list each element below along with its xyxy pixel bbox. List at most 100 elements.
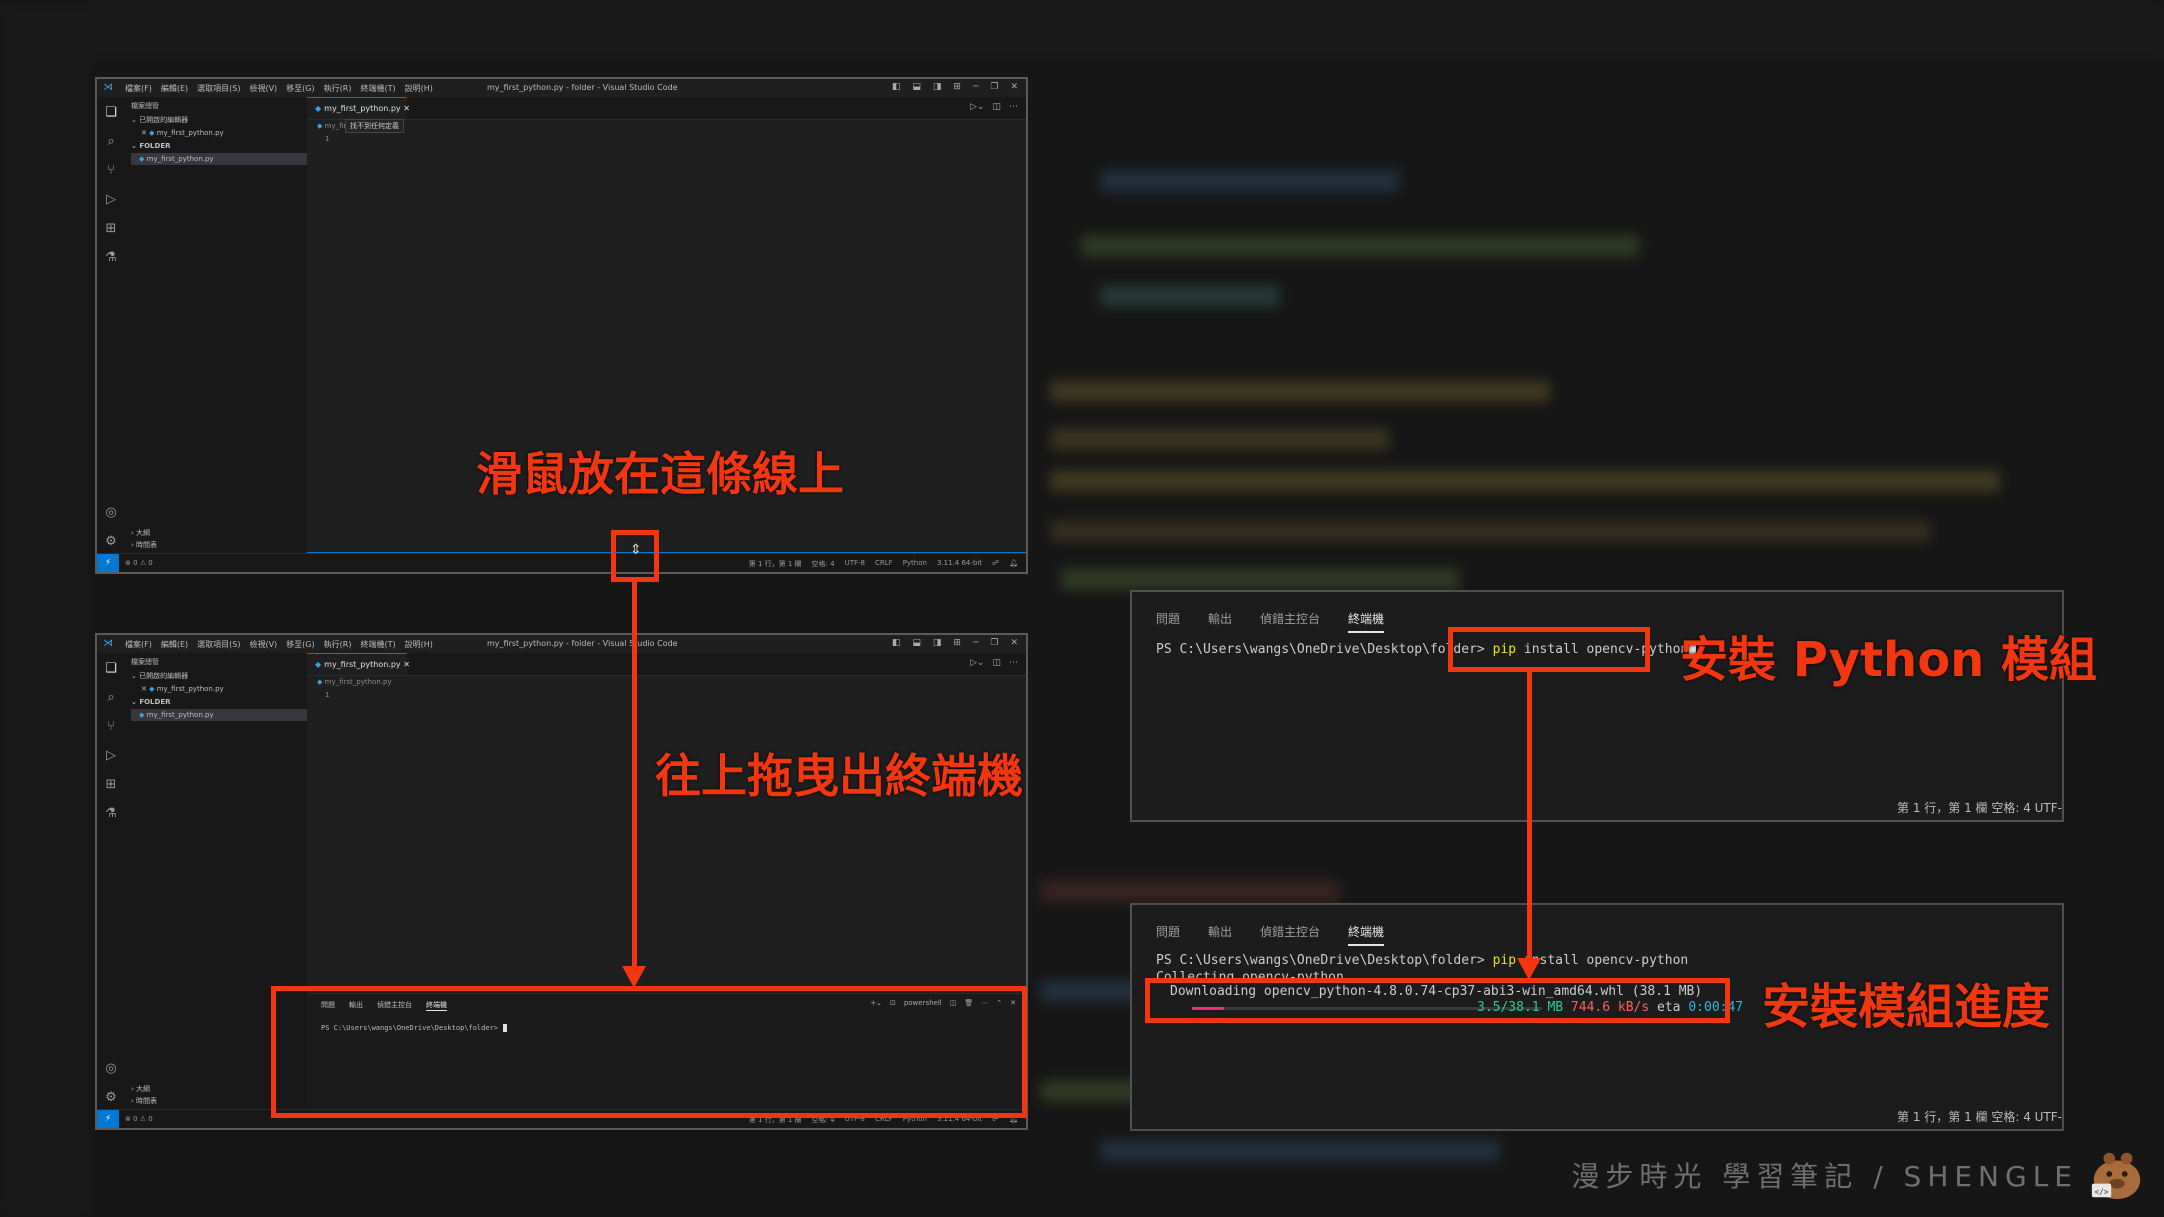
more-actions-icon[interactable]: ⋯ xyxy=(1009,102,1018,112)
close-window-icon[interactable]: ✕ xyxy=(1010,82,1018,92)
bg-toolbar xyxy=(0,0,2164,60)
status-encoding[interactable]: UTF-8 xyxy=(845,559,865,569)
menu-view[interactable]: 檢視(V) xyxy=(249,639,277,650)
search-icon[interactable]: ⌕ xyxy=(103,690,119,706)
layout-secondary-icon[interactable]: ◨ xyxy=(933,82,942,92)
settings-gear-icon[interactable]: ⚙ xyxy=(103,534,119,550)
tab-close-icon[interactable]: ✕ xyxy=(403,660,410,669)
settings-gear-icon[interactable]: ⚙ xyxy=(103,1090,119,1106)
editor-tab[interactable]: ◆ my_first_python.py ✕ xyxy=(307,97,410,119)
close-window-icon[interactable]: ✕ xyxy=(1010,638,1018,648)
bg-code-line xyxy=(1100,170,1400,192)
menu-go[interactable]: 移至(G) xyxy=(286,639,314,650)
run-debug-icon[interactable]: ▷ xyxy=(103,748,119,764)
layout-custom-icon[interactable]: ⊞ xyxy=(953,82,961,92)
menu-terminal[interactable]: 終端機(T) xyxy=(360,639,395,650)
split-editor-icon[interactable]: ◫ xyxy=(992,102,1001,112)
menu-edit[interactable]: 編輯(E) xyxy=(161,83,188,94)
timeline-section[interactable]: › 時間表 xyxy=(131,539,307,551)
open-editor-item[interactable]: ✕ ◆ my_first_python.py xyxy=(131,683,307,695)
open-editors-label: 已開啟的編輯器 xyxy=(139,116,189,124)
restore-icon[interactable]: ❐ xyxy=(990,82,998,92)
problems-count[interactable]: ⊗ 0 ⚠ 0 xyxy=(125,559,153,567)
folder-section[interactable]: ⌄ FOLDER xyxy=(131,140,307,152)
testing-icon[interactable]: ⚗ xyxy=(103,806,119,822)
layout-panel-icon[interactable]: ⬓ xyxy=(912,82,921,92)
panel-tab-debug-console[interactable]: 偵錯主控台 xyxy=(1260,610,1320,633)
status-interpreter[interactable]: 3.11.4 64-bit xyxy=(937,559,982,569)
menu-selection[interactable]: 選取項目(S) xyxy=(197,639,240,650)
layout-sidebar-icon[interactable]: ◧ xyxy=(892,82,901,92)
folder-section[interactable]: ⌄ FOLDER xyxy=(131,696,307,708)
search-icon[interactable]: ⌕ xyxy=(103,134,119,150)
layout-secondary-icon[interactable]: ◨ xyxy=(933,638,942,648)
menu-terminal[interactable]: 終端機(T) xyxy=(360,83,395,94)
menu-view[interactable]: 檢視(V) xyxy=(249,83,277,94)
open-editors-section[interactable]: ⌄ 已開啟的編輯器 xyxy=(131,670,307,682)
run-debug-icon[interactable]: ▷ xyxy=(103,192,119,208)
outline-section[interactable]: › 大綱 xyxy=(131,527,307,539)
capybara-logo-icon: </> xyxy=(2091,1152,2141,1200)
layout-sidebar-icon[interactable]: ◧ xyxy=(892,638,901,648)
tab-close-icon[interactable]: ✕ xyxy=(403,104,410,113)
remote-indicator-icon[interactable]: ⚡ xyxy=(97,1110,119,1128)
status-spaces[interactable]: 空格: 4 xyxy=(812,559,835,569)
more-actions-icon[interactable]: ⋯ xyxy=(1009,658,1018,668)
source-control-icon[interactable]: ⑂ xyxy=(103,163,119,179)
drag-arrow-shaft xyxy=(632,582,637,970)
explorer-icon[interactable]: ❏ xyxy=(103,105,119,121)
menu-help[interactable]: 說明(H) xyxy=(405,639,433,650)
status-language[interactable]: Python xyxy=(903,559,927,569)
menu-file[interactable]: 檔案(F) xyxy=(125,83,152,94)
minimize-icon[interactable]: ─ xyxy=(973,638,978,648)
folder-label: FOLDER xyxy=(139,142,171,150)
bg-code-line xyxy=(1100,1140,1500,1162)
remote-indicator-icon[interactable]: ⚡ xyxy=(97,554,119,572)
status-position[interactable]: 第 1 行，第 1 欄 xyxy=(749,559,802,569)
run-file-icon[interactable]: ▷⌄ xyxy=(970,658,984,668)
timeline-label: 時間表 xyxy=(136,541,158,549)
editor-tab-bar: ◆ my_first_python.py ✕ ▷⌄ ◫ ⋯ xyxy=(307,97,1026,120)
menu-run[interactable]: 執行(R) xyxy=(324,83,352,94)
activity-bar: ❏ ⌕ ⑂ ▷ ⊞ ⚗ ◎ ⚙ xyxy=(97,653,126,1110)
source-control-icon[interactable]: ⑂ xyxy=(103,719,119,735)
menu-help[interactable]: 說明(H) xyxy=(405,83,433,94)
open-editors-section[interactable]: ⌄ 已開啟的編輯器 xyxy=(131,114,307,126)
open-editor-item[interactable]: ✕ ◆ my_first_python.py xyxy=(131,127,307,139)
menu-edit[interactable]: 編輯(E) xyxy=(161,639,188,650)
menu-selection[interactable]: 選取項目(S) xyxy=(197,83,240,94)
panel-tab-output[interactable]: 輸出 xyxy=(1208,923,1232,946)
extensions-icon[interactable]: ⊞ xyxy=(103,221,119,237)
status-eol[interactable]: CRLF xyxy=(875,559,893,569)
panel-tab-output[interactable]: 輸出 xyxy=(1208,610,1232,633)
folder-file-item[interactable]: ◆ my_first_python.py xyxy=(131,153,307,165)
panel-tab-problems[interactable]: 問題 xyxy=(1156,923,1180,946)
bg-code-line xyxy=(1080,235,1640,257)
panel-tab-debug-console[interactable]: 偵錯主控台 xyxy=(1260,923,1320,946)
restore-icon[interactable]: ❐ xyxy=(990,638,998,648)
panel-tab-problems[interactable]: 問題 xyxy=(1156,610,1180,633)
editor-tab[interactable]: ◆ my_first_python.py ✕ xyxy=(307,653,410,675)
layout-custom-icon[interactable]: ⊞ xyxy=(953,638,961,648)
menu-file[interactable]: 檔案(F) xyxy=(125,639,152,650)
notifications-bell-icon[interactable]: 🔔︎ xyxy=(1009,559,1018,569)
feedback-icon[interactable]: ☍ xyxy=(992,559,999,569)
folder-file-item[interactable]: ◆ my_first_python.py xyxy=(131,709,307,721)
menu-run[interactable]: 執行(R) xyxy=(324,639,352,650)
testing-icon[interactable]: ⚗ xyxy=(103,250,119,266)
panel-tab-terminal[interactable]: 終端機 xyxy=(1348,923,1385,946)
panel-tab-terminal[interactable]: 終端機 xyxy=(1348,610,1385,633)
breadcrumb[interactable]: ◆ my_first_python.py xyxy=(317,678,392,686)
run-file-icon[interactable]: ▷⌄ xyxy=(970,102,984,112)
layout-panel-icon[interactable]: ⬓ xyxy=(912,638,921,648)
split-editor-icon[interactable]: ◫ xyxy=(992,658,1001,668)
account-icon[interactable]: ◎ xyxy=(103,1061,119,1077)
explorer-icon[interactable]: ❏ xyxy=(103,661,119,677)
bg-code-line xyxy=(1040,880,1340,902)
problems-count[interactable]: ⊗ 0 ⚠ 0 xyxy=(125,1115,153,1123)
minimize-icon[interactable]: ─ xyxy=(973,82,978,92)
extensions-icon[interactable]: ⊞ xyxy=(103,777,119,793)
menu-go[interactable]: 移至(G) xyxy=(286,83,314,94)
account-icon[interactable]: ◎ xyxy=(103,505,119,521)
editor-actions: ▷⌄ ◫ ⋯ xyxy=(970,658,1018,668)
